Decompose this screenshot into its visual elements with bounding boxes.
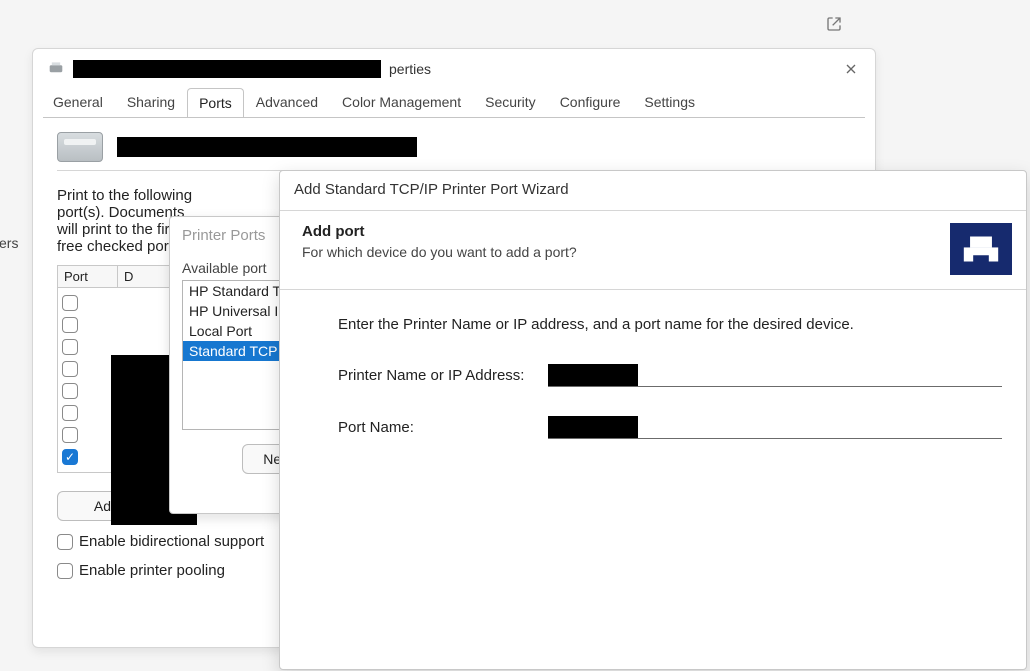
printer-name-input[interactable]	[548, 363, 1002, 387]
wizard-hint: Enter the Printer Name or IP address, an…	[338, 316, 1002, 333]
tab-ports[interactable]: Ports	[187, 88, 244, 117]
port-name-input[interactable]	[548, 415, 1002, 439]
printer-name-label: Printer Name or IP Address:	[338, 367, 548, 384]
enable-pooling-label: Enable printer pooling	[79, 562, 225, 579]
table-row[interactable]	[62, 292, 180, 314]
redacted-printer-title	[73, 60, 381, 78]
close-icon[interactable]	[841, 59, 861, 79]
checkbox-icon[interactable]	[62, 339, 78, 355]
tab-configure[interactable]: Configure	[548, 87, 633, 116]
printer-icon	[57, 132, 103, 162]
table-row[interactable]	[62, 314, 180, 336]
tab-security[interactable]: Security	[473, 87, 548, 116]
checkbox-icon[interactable]	[62, 405, 78, 421]
checkbox-icon[interactable]	[62, 295, 78, 311]
redacted-printer-name	[117, 137, 417, 157]
properties-tabs: General Sharing Ports Advanced Color Man…	[33, 87, 875, 117]
properties-title-suffix: perties	[389, 61, 431, 77]
wizard-banner: Add port For which device do you want to…	[280, 210, 1026, 290]
printer-name-row: Printer Name or IP Address:	[338, 363, 1002, 387]
tab-advanced[interactable]: Advanced	[244, 87, 330, 116]
checkbox-icon[interactable]	[62, 317, 78, 333]
wizard-banner-heading: Add port	[302, 223, 577, 240]
external-link-icon	[826, 16, 842, 32]
checkbox-icon[interactable]	[62, 361, 78, 377]
tab-sharing[interactable]: Sharing	[115, 87, 187, 116]
wizard-banner-sub: For which device do you want to add a po…	[302, 244, 577, 260]
col-port: Port	[58, 266, 118, 287]
ports-table-header: Port D	[58, 266, 184, 288]
printer-small-icon	[47, 61, 65, 78]
printer-banner-icon	[950, 223, 1012, 275]
redacted-printer-name-value	[548, 364, 638, 386]
tab-general[interactable]: General	[41, 87, 115, 116]
checkbox-icon[interactable]	[57, 534, 73, 550]
add-port-wizard-window: Add Standard TCP/IP Printer Port Wizard …	[279, 170, 1027, 670]
port-name-row: Port Name:	[338, 415, 1002, 439]
enable-bidirectional-label: Enable bidirectional support	[79, 533, 264, 550]
tab-color-management[interactable]: Color Management	[330, 87, 473, 116]
col-description: D	[118, 266, 139, 287]
port-name-label: Port Name:	[338, 419, 548, 436]
tab-settings[interactable]: Settings	[632, 87, 707, 116]
checkbox-icon[interactable]	[62, 427, 78, 443]
checkbox-icon[interactable]	[62, 383, 78, 399]
checkbox-checked-icon[interactable]	[62, 449, 78, 465]
wizard-title: Add Standard TCP/IP Printer Port Wizard	[280, 171, 1026, 210]
redacted-port-name-value	[548, 416, 638, 438]
background-text-fragment: ers	[0, 235, 20, 251]
properties-titlebar: perties	[33, 49, 875, 87]
checkbox-icon[interactable]	[57, 563, 73, 579]
